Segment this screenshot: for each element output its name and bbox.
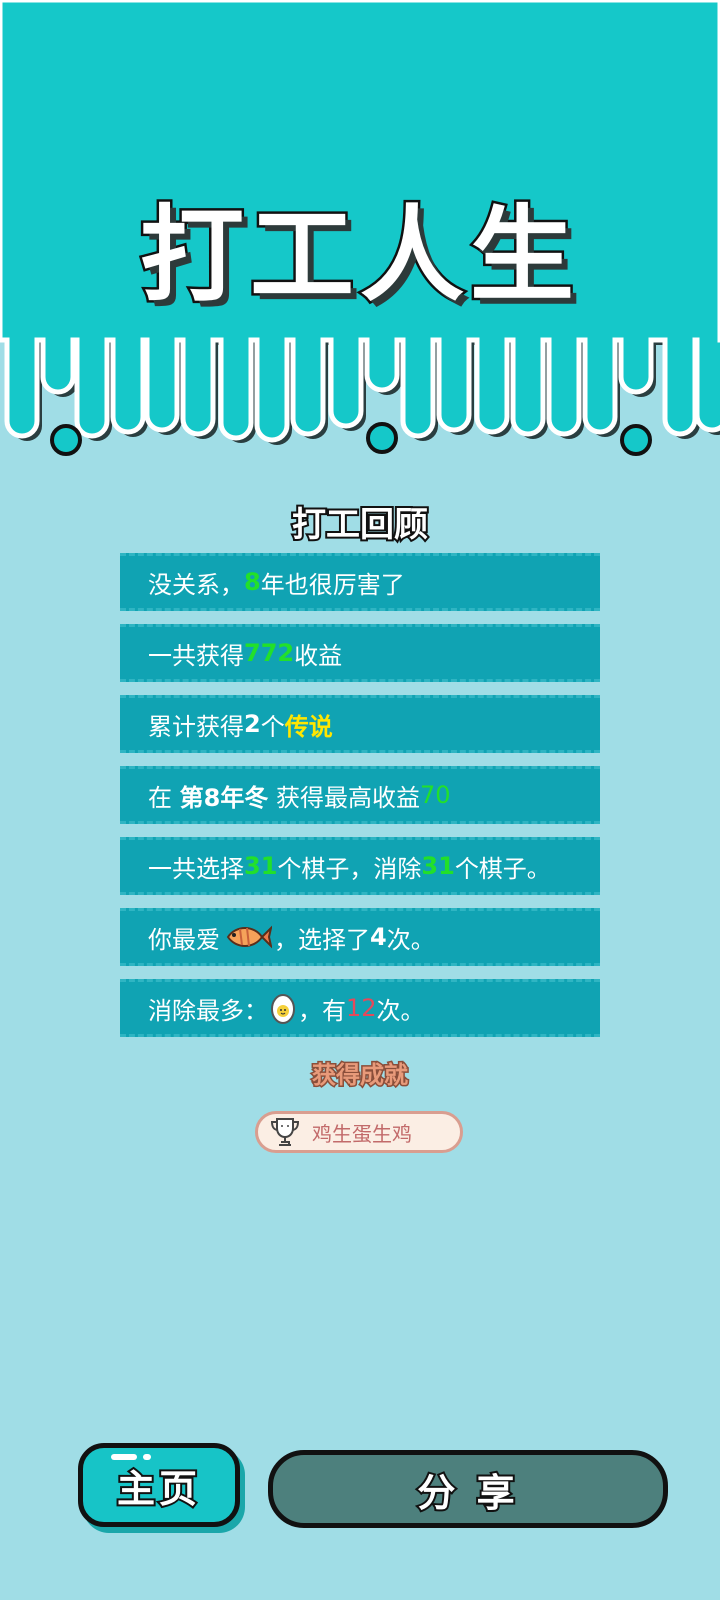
row-text: 一共获得 [148, 641, 244, 670]
review-row-most-removed: 消除最多： ，有 12 次。 [120, 979, 600, 1037]
button-highlight [111, 1454, 137, 1460]
home-button-label: 主页 [115, 1465, 201, 1513]
income-value: 772 [244, 639, 295, 667]
years-value: 8 [244, 568, 261, 596]
droplet [366, 422, 398, 454]
legendary-label: 传说 [284, 712, 333, 741]
row-text: ，选择了 [274, 925, 370, 954]
row-text: 个棋子，消除 [277, 854, 422, 883]
egg-icon [271, 994, 295, 1024]
review-row-pieces: 一共选择 31 个棋子，消除 31 个棋子。 [120, 837, 600, 895]
row-text: 个棋子。 [454, 854, 551, 883]
row-text: 个 [260, 712, 285, 741]
trophy-icon [270, 1118, 300, 1146]
row-text: ，有 [298, 996, 346, 1025]
favorite-count: 4 [370, 923, 387, 951]
row-text: 收益 [294, 641, 343, 670]
row-text: 你最爱 [148, 925, 220, 954]
achievement-label: 鸡生蛋生鸡 [312, 1121, 412, 1146]
droplet [50, 424, 82, 456]
most-removed-count: 12 [346, 994, 377, 1022]
share-button[interactable]: 分 享 [268, 1450, 668, 1528]
row-text: 在 [148, 783, 180, 812]
row-text: 累计获得 [148, 712, 244, 741]
best-income-value: 70 [419, 781, 451, 809]
review-row-income: 一共获得 772 收益 [120, 624, 600, 682]
review-row-best-season: 在 第8年冬 获得最高收益 70 [120, 766, 600, 824]
review-row-years: 没关系， 8 年也很厉害了 [120, 553, 600, 611]
row-text: 次。 [386, 925, 435, 954]
best-season: 第8年冬 [179, 783, 269, 812]
button-highlight [143, 1454, 151, 1460]
removed-count: 31 [421, 852, 455, 880]
review-row-legendary: 累计获得 2 个传说 [120, 695, 600, 753]
row-text: 一共选择 [148, 854, 244, 883]
review-row-favorite: 你最爱 ，选择了 4 次。 [120, 908, 600, 966]
row-text: 没关系， [148, 570, 244, 599]
row-text: 获得最高收益 [268, 783, 420, 812]
row-text: 次。 [376, 996, 425, 1025]
row-text: 消除最多： [148, 996, 268, 1025]
selected-count: 31 [244, 852, 278, 880]
legendary-count: 2 [244, 710, 261, 738]
droplet [620, 424, 652, 456]
row-text: 年也很厉害了 [260, 570, 405, 599]
review-list: 没关系， 8 年也很厉害了 一共获得 772 收益 累计获得 2 个传说 在 第8年冬 获得… [120, 553, 600, 1050]
share-button-label: 分 享 [415, 1469, 519, 1517]
home-button[interactable]: 主页 [78, 1443, 240, 1527]
achievements-title: 获得成就 [311, 1060, 410, 1091]
fish-icon [226, 925, 272, 949]
achievement-badge[interactable]: 鸡生蛋生鸡 [255, 1111, 463, 1153]
game-title: 打工人生 [137, 192, 580, 319]
review-title: 打工回顾 [290, 503, 430, 547]
